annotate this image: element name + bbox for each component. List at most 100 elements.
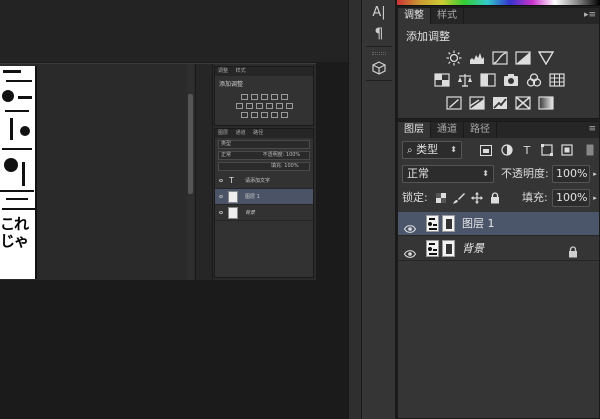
adjustments-panel: 调整 样式 ▸≡ 添加调整 <box>397 7 600 119</box>
mini-adjustments-title: 添加调整 <box>219 81 244 88</box>
curves-icon[interactable] <box>491 50 509 66</box>
layer-mask-thumbnail <box>442 240 455 257</box>
collapsed-panel-strip: A| ¶ <box>362 0 396 419</box>
fill-slider-toggle[interactable]: ▸ <box>591 190 599 206</box>
fill-label: 填充: <box>522 191 548 204</box>
layers-empty-area <box>398 262 599 418</box>
lock-image-brush-icon[interactable] <box>451 190 467 206</box>
mini-adjustments-panel: 调整 样式 添加调整 <box>214 66 314 126</box>
hue-saturation-icon[interactable] <box>433 72 451 88</box>
photoshop-window: これじゃ 调整 样式 添加调整 图层 通道 路径 类型 正常 不透明度: 100… <box>0 0 600 419</box>
color-balance-icon[interactable] <box>456 72 474 88</box>
blend-mode-select[interactable]: 正常 ⬍ <box>402 165 494 183</box>
tab-adjustments[interactable]: 调整 <box>398 8 431 24</box>
mini-layers-tabs: 图层 通道 路径 <box>215 129 313 138</box>
manga-text: これじゃ <box>0 215 29 250</box>
visibility-eye-icon[interactable] <box>403 244 417 258</box>
adjustments-row-3 <box>398 95 600 111</box>
filter-pixel-icon[interactable] <box>478 142 494 158</box>
3d-icon[interactable] <box>367 58 391 78</box>
document-scrollbar[interactable] <box>187 64 194 280</box>
tab-styles[interactable]: 样式 <box>431 8 464 24</box>
manga-image: これじゃ <box>0 66 37 279</box>
lock-position-icon[interactable] <box>469 190 485 206</box>
mini-tab-layers: 图层 <box>218 130 229 136</box>
layer-name[interactable]: 背景 <box>462 237 484 261</box>
scrollbar-thumb[interactable] <box>188 94 193 194</box>
mini-tab-channels: 通道 <box>235 130 246 136</box>
black-white-icon[interactable] <box>479 72 497 88</box>
mini-layers-panel: 图层 通道 路径 类型 正常 不透明度: 100% 填充: 100% T 请添加… <box>214 128 314 278</box>
panel-menu-icon[interactable]: ≡ <box>588 124 596 134</box>
filter-smart-object-icon[interactable] <box>559 142 575 158</box>
canvas-background <box>0 0 360 62</box>
mini-adjustment-row <box>215 94 313 100</box>
opacity-slider-toggle[interactable]: ▸ <box>591 166 599 182</box>
layer-row[interactable]: 图层 1 <box>398 212 599 236</box>
filter-shape-icon[interactable] <box>539 142 555 158</box>
layer-name[interactable]: 图层 1 <box>462 212 495 236</box>
opacity-label: 不透明度: <box>501 167 549 180</box>
mini-eye-icon <box>219 195 223 198</box>
tab-paths[interactable]: 路径 <box>464 122 497 138</box>
tab-channels[interactable]: 通道 <box>431 122 464 138</box>
panel-menu-icon[interactable]: ▸≡ <box>584 10 596 20</box>
invert-icon[interactable] <box>445 95 463 111</box>
mini-layer-thumbnail <box>228 207 238 219</box>
lock-icon <box>568 243 578 258</box>
mini-tab-paths: 路径 <box>253 130 264 136</box>
channel-mixer-icon[interactable] <box>525 72 543 88</box>
swatches-strip[interactable] <box>397 0 600 6</box>
posterize-icon[interactable] <box>468 95 486 111</box>
gradient-map-icon[interactable] <box>537 95 555 111</box>
search-icon: ⌕ <box>407 145 413 156</box>
mini-text-layer-icon: T <box>229 176 234 185</box>
embedded-panel-preview: 调整 样式 添加调整 图层 通道 路径 类型 正常 不透明度: 100% 填充:… <box>195 64 316 280</box>
filter-type-icon[interactable]: T <box>519 142 535 158</box>
mini-lock-fill: 填充: 100% <box>218 162 310 171</box>
lock-all-icon[interactable] <box>487 190 503 206</box>
exposure-icon[interactable] <box>514 50 532 66</box>
adjustments-tabs: 调整 样式 ▸≡ <box>398 8 599 24</box>
adjustments-row-2 <box>398 72 600 88</box>
panel-grip[interactable] <box>372 52 386 55</box>
mini-layer-row: T 请添加文字 <box>215 173 313 189</box>
mini-layer-thumbnail <box>228 191 238 203</box>
lock-transparent-icon[interactable] <box>433 190 449 206</box>
adjustments-row-1 <box>398 50 600 66</box>
vibrance-icon[interactable] <box>537 50 555 66</box>
tab-layers[interactable]: 图层 <box>398 122 431 138</box>
mini-layer-row: 背景 <box>215 205 313 221</box>
selective-color-icon[interactable] <box>514 95 532 111</box>
layer-mask-thumbnail <box>442 215 455 232</box>
mini-filter-kind: 类型 <box>218 140 310 149</box>
paragraph-icon[interactable]: ¶ <box>367 24 391 44</box>
layer-filter-select[interactable]: ⌕ 类型 ⬍ <box>402 141 462 159</box>
filter-adjustment-icon[interactable] <box>499 142 515 158</box>
fill-input[interactable]: 100% <box>552 189 590 207</box>
panel-dock: 调整 样式 ▸≡ 添加调整 图层 通道 路径 ≡ ⌕ 类型 ⬍ T 正常 ⬍ 不… <box>397 0 600 419</box>
adjustments-title: 添加调整 <box>406 30 450 43</box>
mini-eye-icon <box>219 179 223 182</box>
color-lookup-icon[interactable] <box>548 72 566 88</box>
opacity-input[interactable]: 100% <box>552 165 590 183</box>
brightness-icon[interactable] <box>445 50 463 66</box>
dock-collapse-bar[interactable] <box>348 0 362 419</box>
photo-filter-icon[interactable] <box>502 72 520 88</box>
mini-adjustments-tabs: 调整 样式 <box>215 67 313 76</box>
mini-tool-strip <box>196 64 213 280</box>
mini-blend-mode: 正常 不透明度: 100% <box>218 151 310 160</box>
visibility-eye-icon[interactable] <box>403 219 417 233</box>
mini-adjustment-row <box>215 112 313 118</box>
layer-row[interactable]: 背景 <box>398 237 599 261</box>
mini-layer-row: 图层 1 <box>215 189 313 205</box>
character-icon[interactable]: A| <box>367 2 391 22</box>
document-window[interactable]: これじゃ 调整 样式 添加调整 图层 通道 路径 类型 正常 不透明度: 100… <box>0 63 316 280</box>
layer-thumbnail <box>426 215 439 232</box>
filter-toggle-icon[interactable] <box>584 142 596 158</box>
mini-adjustment-row <box>215 103 313 109</box>
levels-icon[interactable] <box>468 50 486 66</box>
mini-tab-adjustments: 调整 <box>218 68 229 74</box>
layer-thumbnail <box>426 240 439 257</box>
threshold-icon[interactable] <box>491 95 509 111</box>
